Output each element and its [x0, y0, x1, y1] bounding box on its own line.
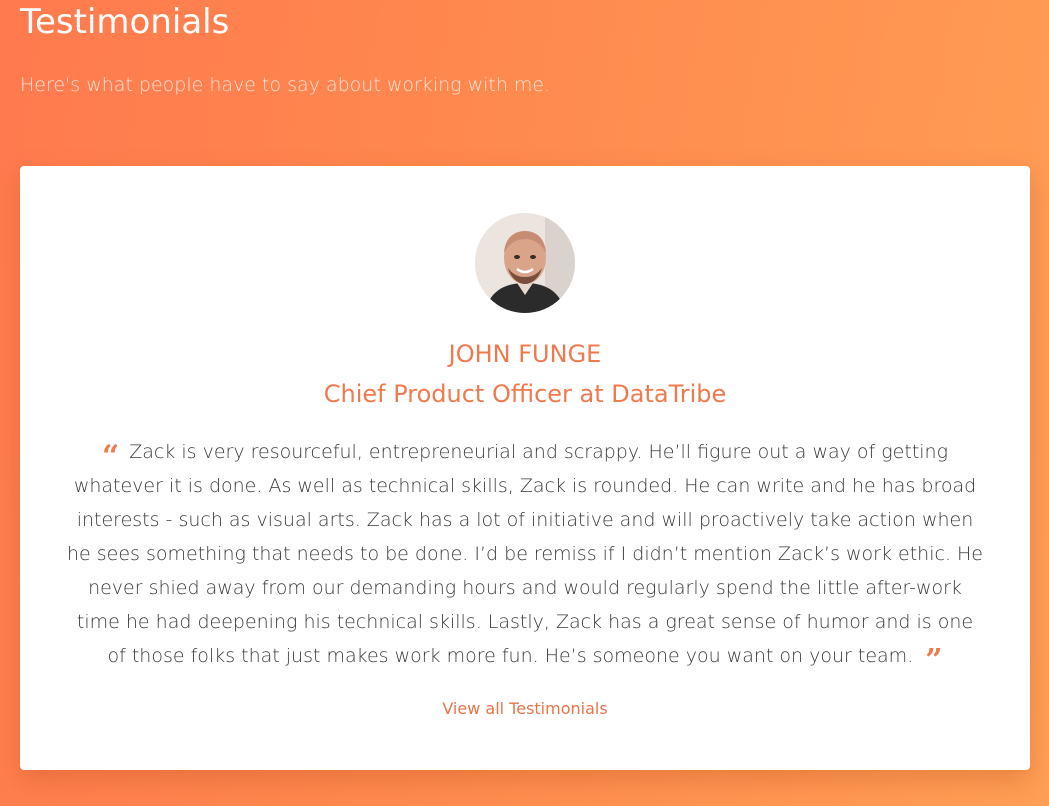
testimonial-author-name: JOHN FUNGE	[448, 340, 602, 368]
section-title: Testimonials	[20, 2, 230, 42]
testimonial-author-role: Chief Product Officer at DataTribe	[323, 380, 727, 408]
testimonial-quote: “Zack is very resourceful, entrepreneuri…	[65, 435, 985, 676]
view-all-testimonials-link[interactable]: View all Testimonials	[20, 697, 1030, 721]
close-quote-icon: ”	[925, 643, 943, 678]
testimonial-quote-text: Zack is very resourceful, entrepreneuria…	[66, 441, 983, 667]
open-quote-icon: “	[101, 439, 120, 474]
section-subtitle: Here's what people have to say about wor…	[20, 74, 551, 96]
testimonial-card: JOHN FUNGE Chief Product Officer at Data…	[20, 166, 1030, 770]
avatar-photo-icon	[475, 213, 575, 313]
avatar	[475, 213, 575, 313]
